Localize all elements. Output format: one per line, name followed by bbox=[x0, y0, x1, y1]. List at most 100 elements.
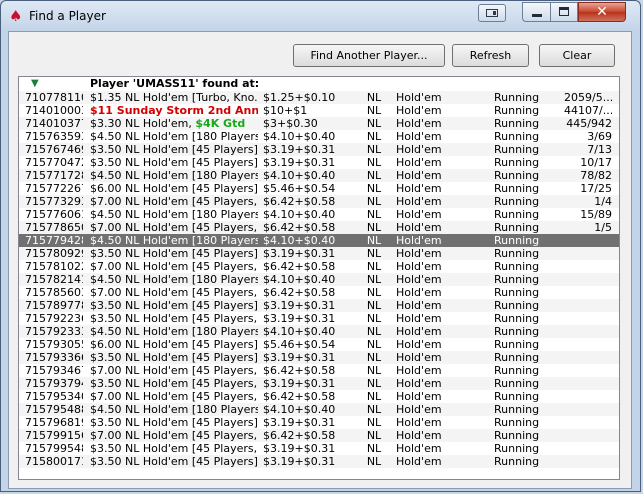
table-row[interactable]: 714010003 $11 Sunday Storm 2nd Anniv... $1… bbox=[19, 104, 619, 117]
table-row[interactable]: 715799156 $7.00 NL Hold'em [45 Players, .… bbox=[19, 429, 619, 442]
table-row[interactable]: 715799548 $3.50 NL Hold'em [45 Players, .… bbox=[19, 442, 619, 455]
tournament-id-cell: 715779428 bbox=[25, 234, 83, 247]
results-list[interactable]: ▼ Player 'UMASS11' found at: 710778110 $1… bbox=[18, 76, 620, 480]
tournament-name-cell: $3.50 NL Hold'em [45 Players] bbox=[90, 156, 258, 169]
close-button[interactable]: ✕ bbox=[578, 2, 626, 22]
tournament-name-cell: $6.00 NL Hold'em [45 Players] bbox=[90, 338, 258, 351]
game-type-cell: Hold'em bbox=[396, 117, 442, 130]
players-left-cell: 17/25 bbox=[580, 182, 612, 195]
minimize-icon bbox=[532, 14, 542, 17]
table-row[interactable]: 715793055 $6.00 NL Hold'em [45 Players] $5… bbox=[19, 338, 619, 351]
buy-in-cell: $6.42+$0.58 bbox=[263, 390, 336, 403]
snap-window-button[interactable] bbox=[478, 4, 506, 22]
status-cell: Running bbox=[494, 390, 540, 403]
tournament-name-cell: $4.50 NL Hold'em [180 Players] bbox=[90, 130, 258, 143]
players-left-cell: 10/17 bbox=[580, 156, 612, 169]
limit-type-cell: NL bbox=[366, 130, 382, 143]
table-row[interactable]: 715785603 $7.00 NL Hold'em [45 Players, .… bbox=[19, 286, 619, 299]
title-bar[interactable]: ♠ Find a Player ✕ bbox=[1, 1, 640, 31]
tournament-id-cell: 715793467 bbox=[25, 364, 83, 377]
game-type-cell: Hold'em bbox=[396, 390, 442, 403]
tournament-id-cell: 715793055 bbox=[25, 338, 83, 351]
table-row[interactable]: 715779428 $4.50 NL Hold'em [180 Players] $… bbox=[19, 234, 619, 247]
buy-in-cell: $3.19+$0.31 bbox=[263, 156, 336, 169]
table-row[interactable]: 715792333 $4.50 NL Hold'em [180 Players] $… bbox=[19, 325, 619, 338]
players-left-cell: 78/82 bbox=[580, 169, 612, 182]
table-row[interactable]: 715773293 $7.00 NL Hold'em [45 Players, .… bbox=[19, 195, 619, 208]
buy-in-cell: $4.10+$0.40 bbox=[263, 325, 336, 338]
limit-type-cell: NL bbox=[366, 286, 382, 299]
tournament-name-cell: $4.50 NL Hold'em [180 Players] bbox=[90, 169, 258, 182]
tournament-name-cell: $3.30 NL Hold'em, $4K Gtd bbox=[90, 117, 258, 130]
close-icon: ✕ bbox=[596, 4, 608, 20]
limit-type-cell: NL bbox=[366, 143, 382, 156]
table-row[interactable]: 715770472 $3.50 NL Hold'em [45 Players] $3… bbox=[19, 156, 619, 169]
tournament-name-cell: $4.50 NL Hold'em [180 Players] bbox=[90, 273, 258, 286]
table-row[interactable]: 715780929 $3.50 NL Hold'em [45 Players] $3… bbox=[19, 247, 619, 260]
buy-in-cell: $3.19+$0.31 bbox=[263, 416, 336, 429]
buy-in-cell: $3.19+$0.31 bbox=[263, 143, 336, 156]
limit-type-cell: NL bbox=[366, 182, 382, 195]
result-header-row[interactable]: ▼ Player 'UMASS11' found at: bbox=[19, 77, 619, 91]
table-row[interactable]: 715767469 $3.50 NL Hold'em [45 Players] $3… bbox=[19, 143, 619, 156]
table-row[interactable]: 715793366 $3.50 NL Hold'em [45 Players] $3… bbox=[19, 351, 619, 364]
clear-button[interactable]: Clear bbox=[539, 44, 615, 67]
players-left-cell: 445/942 bbox=[566, 117, 612, 130]
table-row[interactable]: 715763593 $4.50 NL Hold'em [180 Players] $… bbox=[19, 130, 619, 143]
game-type-cell: Hold'em bbox=[396, 442, 442, 455]
tournament-id-cell: 715800171 bbox=[25, 455, 83, 468]
table-row[interactable]: 714010377 $3.30 NL Hold'em, $4K Gtd $3+$0.… bbox=[19, 117, 619, 130]
tournament-id-cell: 714010003 bbox=[25, 104, 83, 117]
minimize-button[interactable] bbox=[522, 2, 551, 22]
table-row[interactable]: 715800171 $3.50 NL Hold'em [45 Players] $3… bbox=[19, 455, 619, 468]
status-cell: Running bbox=[494, 91, 540, 104]
buy-in-cell: $3.19+$0.31 bbox=[263, 247, 336, 260]
table-row[interactable]: 715792236 $3.50 NL Hold'em [45 Players, .… bbox=[19, 312, 619, 325]
tournament-name-cell: $11 Sunday Storm 2nd Anniv... bbox=[90, 104, 258, 117]
players-left-cell: 44107/... bbox=[564, 104, 612, 117]
status-cell: Running bbox=[494, 104, 540, 117]
status-cell: Running bbox=[494, 351, 540, 364]
table-row[interactable]: 715782141 $4.50 NL Hold'em [180 Players] $… bbox=[19, 273, 619, 286]
game-type-cell: Hold'em bbox=[396, 234, 442, 247]
limit-type-cell: NL bbox=[366, 364, 382, 377]
tournament-id-cell: 715796819 bbox=[25, 416, 83, 429]
players-left-cell: 1/4 bbox=[594, 195, 612, 208]
buy-in-cell: $4.10+$0.40 bbox=[263, 169, 336, 182]
table-row[interactable]: 715772267 $6.00 NL Hold'em [45 Players] $5… bbox=[19, 182, 619, 195]
tournament-id-cell: 715792333 bbox=[25, 325, 83, 338]
game-type-cell: Hold'em bbox=[396, 377, 442, 390]
buy-in-cell: $6.42+$0.58 bbox=[263, 221, 336, 234]
status-cell: Running bbox=[494, 130, 540, 143]
table-row[interactable]: 715795340 $7.00 NL Hold'em [45 Players, .… bbox=[19, 390, 619, 403]
table-row[interactable]: 715796819 $3.50 NL Hold'em [45 Players] $3… bbox=[19, 416, 619, 429]
limit-type-cell: NL bbox=[366, 195, 382, 208]
table-row[interactable]: 715771728 $4.50 NL Hold'em [180 Players] $… bbox=[19, 169, 619, 182]
buy-in-cell: $4.10+$0.40 bbox=[263, 208, 336, 221]
find-another-player-button[interactable]: Find Another Player... bbox=[293, 44, 445, 67]
table-row[interactable]: 715776061 $4.50 NL Hold'em [180 Players] $… bbox=[19, 208, 619, 221]
status-cell: Running bbox=[494, 117, 540, 130]
game-type-cell: Hold'em bbox=[396, 299, 442, 312]
limit-type-cell: NL bbox=[366, 429, 382, 442]
table-row[interactable]: 715789778 $3.50 NL Hold'em [45 Players] $3… bbox=[19, 299, 619, 312]
table-row[interactable]: 715781022 $7.00 NL Hold'em [45 Players, .… bbox=[19, 260, 619, 273]
limit-type-cell: NL bbox=[366, 169, 382, 182]
limit-type-cell: NL bbox=[366, 338, 382, 351]
table-row[interactable]: 715793467 $7.00 NL Hold'em [45 Players, .… bbox=[19, 364, 619, 377]
maximize-button[interactable] bbox=[550, 2, 578, 22]
limit-type-cell: NL bbox=[366, 390, 382, 403]
limit-type-cell: NL bbox=[366, 325, 382, 338]
tournament-name-text: $3.30 NL Hold'em, bbox=[90, 117, 196, 130]
find-player-window: ♠ Find a Player ✕ Find Another Player...… bbox=[0, 0, 641, 492]
status-cell: Running bbox=[494, 403, 540, 416]
table-row[interactable]: 710778110 $1.35 NL Hold'em [Turbo, Kno...… bbox=[19, 91, 619, 104]
tournament-name-cell: $6.00 NL Hold'em [45 Players] bbox=[90, 182, 258, 195]
table-row[interactable]: 715778650 $7.00 NL Hold'em [45 Players, .… bbox=[19, 221, 619, 234]
limit-type-cell: NL bbox=[366, 299, 382, 312]
table-row[interactable]: 715793794 $3.50 NL Hold'em [45 Players, .… bbox=[19, 377, 619, 390]
tournament-id-cell: 715771728 bbox=[25, 169, 83, 182]
tree-expand-icon[interactable]: ▼ bbox=[31, 78, 41, 90]
refresh-button[interactable]: Refresh bbox=[452, 44, 529, 67]
table-row[interactable]: 715795488 $4.50 NL Hold'em [180 Players] $… bbox=[19, 403, 619, 416]
